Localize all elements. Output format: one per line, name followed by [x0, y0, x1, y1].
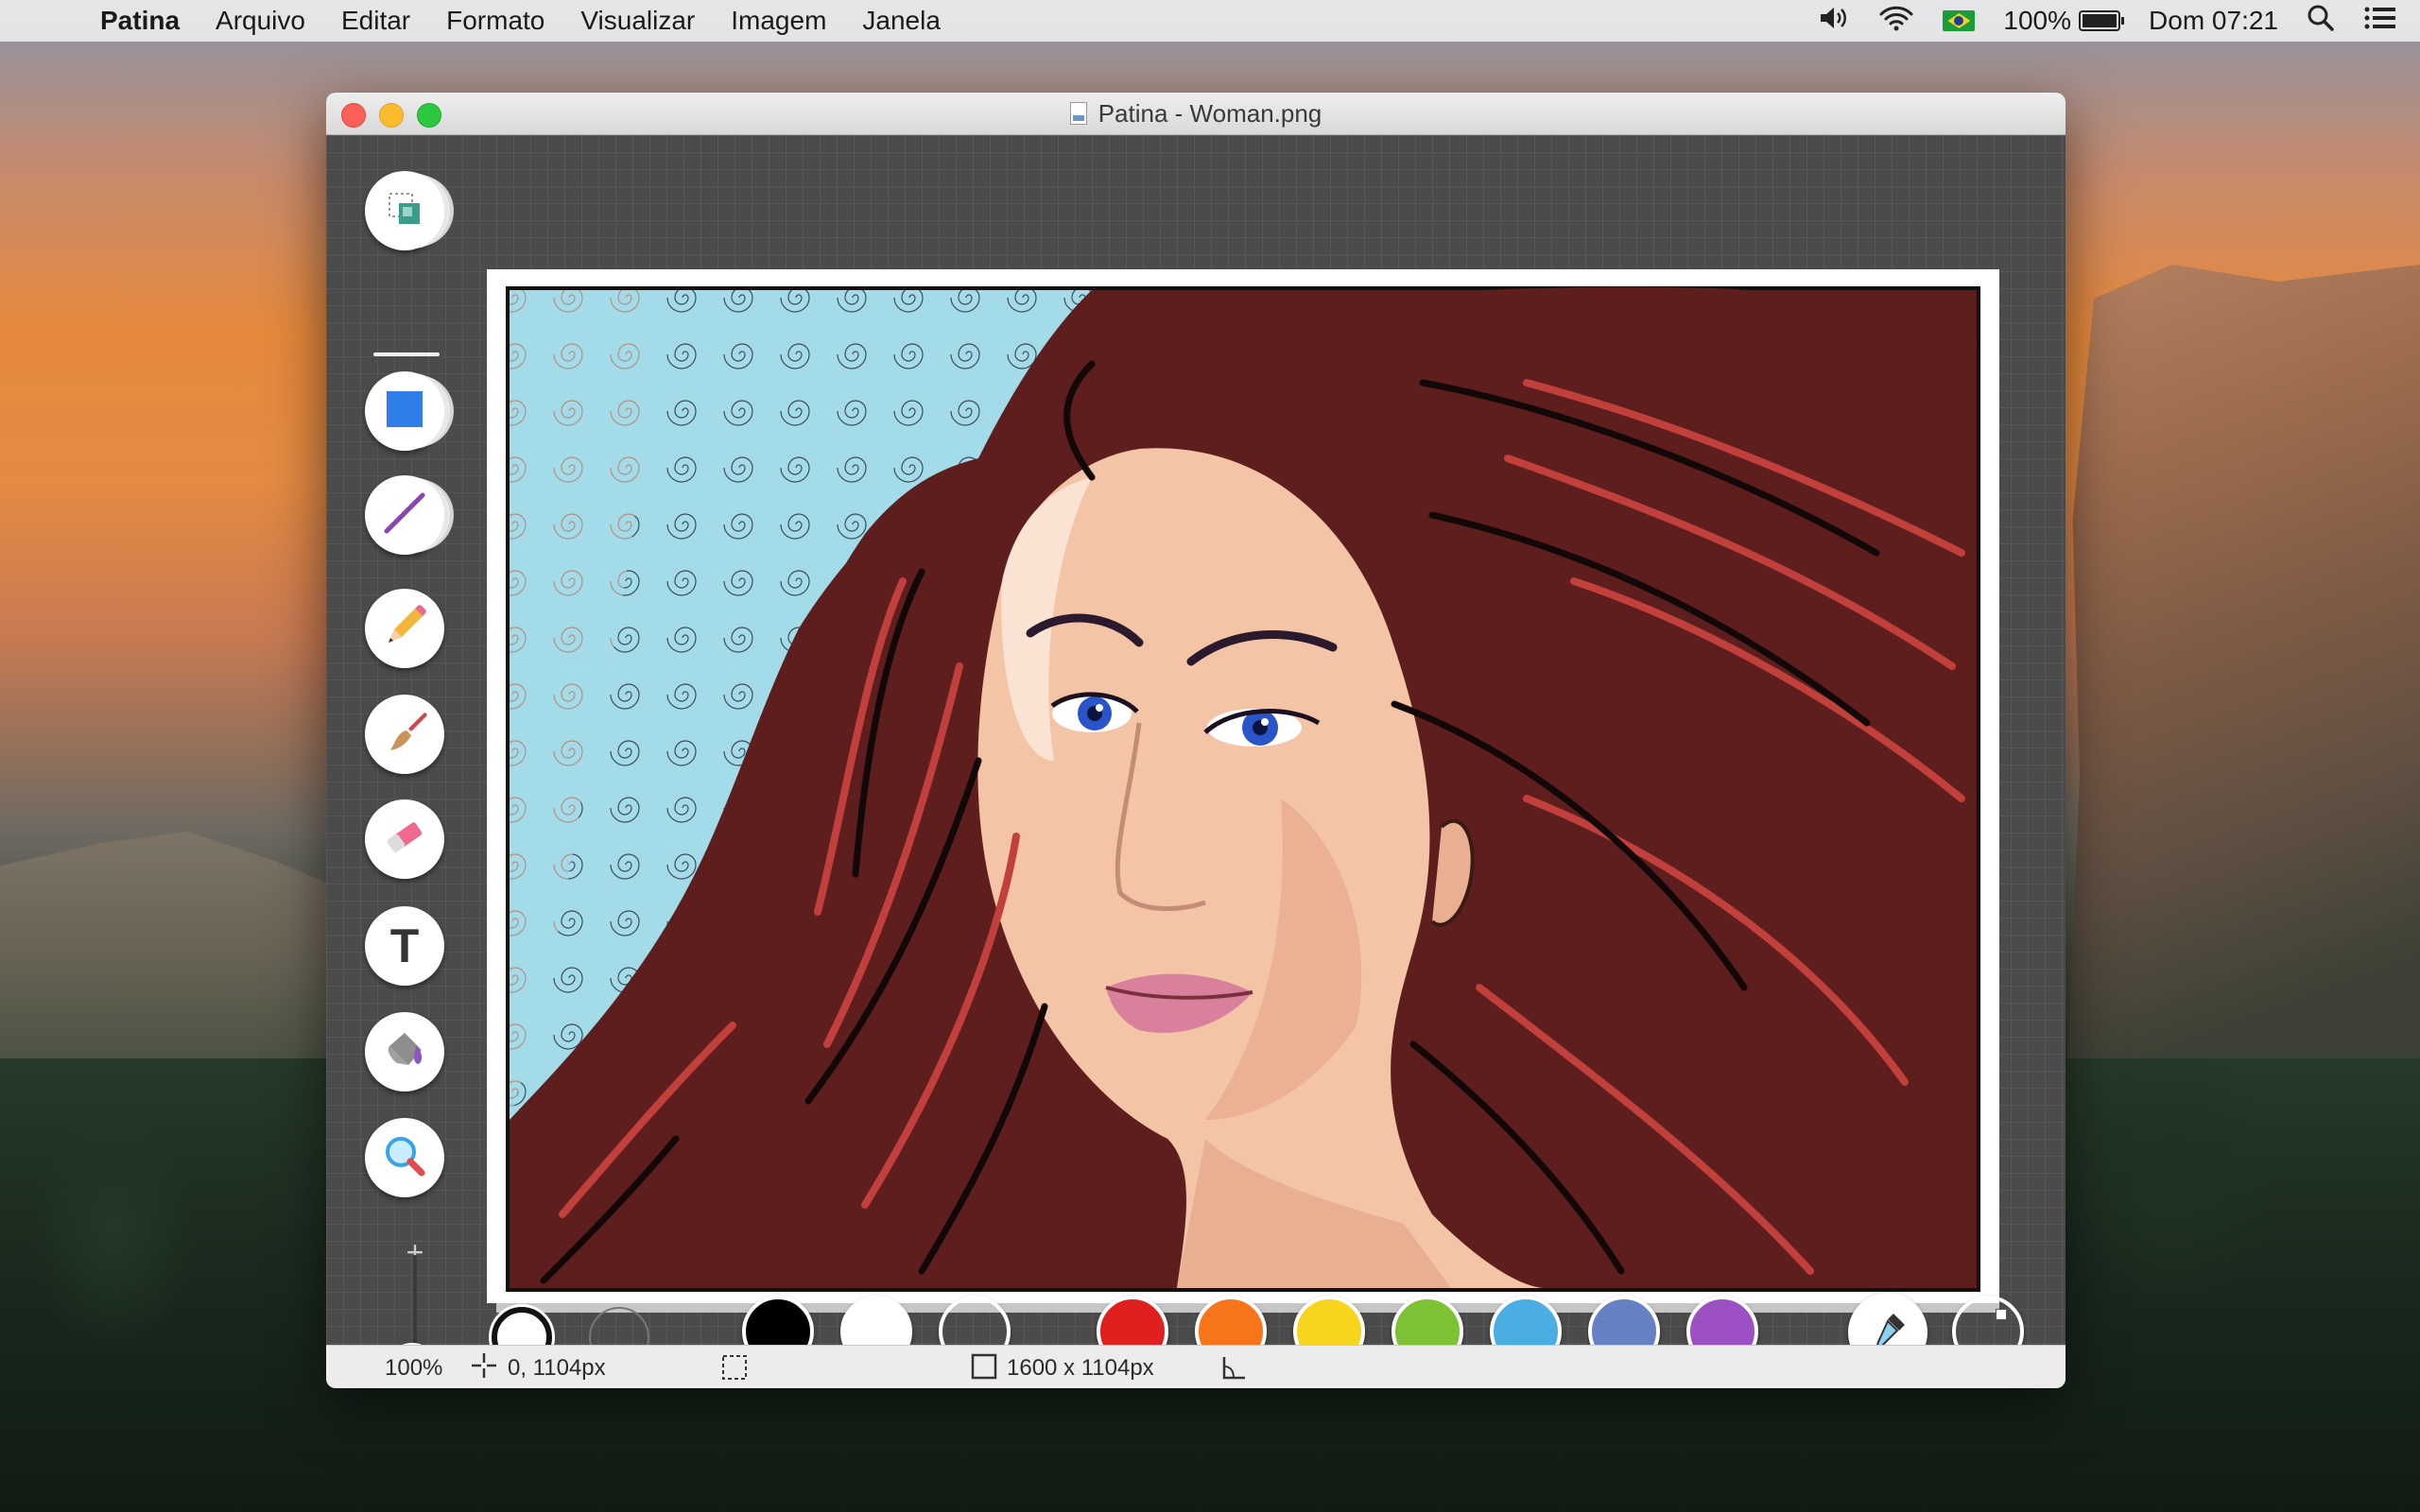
- battery-percent: 100%: [2003, 6, 2072, 35]
- text-tool-button[interactable]: T: [365, 906, 444, 986]
- line-tool-button[interactable]: [365, 475, 444, 555]
- patina-window: Patina - Woman.png T + 100% 0, 1104px 16…: [326, 93, 2066, 1388]
- crosshair-icon: [470, 1351, 498, 1386]
- document-icon: [1069, 102, 1087, 125]
- rectangle-icon: [383, 387, 426, 436]
- status-bar: 100% 0, 1104px 1600 x 1104px: [326, 1345, 2066, 1388]
- eraser-icon: [380, 813, 429, 867]
- menu-editar[interactable]: Editar: [341, 6, 410, 36]
- menu-bar: Patina Arquivo Editar Formato Visualizar…: [0, 0, 2420, 42]
- eraser-tool-button[interactable]: [365, 799, 444, 879]
- selection-tool-button[interactable]: [365, 171, 444, 250]
- menu-app-name[interactable]: Patina: [100, 6, 180, 36]
- brush-tool-button[interactable]: [365, 695, 444, 774]
- workspace: T + −: [326, 135, 2066, 1388]
- menu-imagem[interactable]: Imagem: [731, 6, 826, 36]
- battery-icon: [2079, 10, 2125, 31]
- battery-status[interactable]: 100%: [2003, 6, 2125, 36]
- active-tool-indicator: [373, 352, 440, 356]
- notification-center-icon[interactable]: [2363, 5, 2397, 38]
- pencil-tool-button[interactable]: [365, 589, 444, 668]
- rectangle-tool-button[interactable]: [365, 371, 444, 451]
- painting-artwork: [506, 286, 1980, 1292]
- volume-icon[interactable]: [1818, 5, 1850, 38]
- menu-visualizar[interactable]: Visualizar: [580, 6, 695, 36]
- text-icon: T: [389, 919, 420, 972]
- selection-marquee-icon: [720, 1353, 749, 1388]
- window-title: Patina - Woman.png: [1098, 98, 1322, 128]
- fill-bucket-tool-button[interactable]: [365, 1012, 444, 1091]
- close-window-button[interactable]: [341, 103, 366, 128]
- cursor-position: 0, 1104px: [508, 1355, 606, 1381]
- zoom-level: 100%: [385, 1355, 443, 1381]
- spotlight-search-icon[interactable]: [2307, 4, 2335, 39]
- canvas[interactable]: [487, 269, 1999, 1303]
- magnifier-icon: [380, 1131, 429, 1185]
- menu-formato[interactable]: Formato: [446, 6, 544, 36]
- wifi-icon[interactable]: [1878, 5, 1914, 38]
- title-bar[interactable]: Patina - Woman.png: [326, 93, 2066, 135]
- clock[interactable]: Dom 07:21: [2149, 6, 2278, 36]
- battery-level: [2083, 14, 2118, 27]
- canvas-dimensions: 1600 x 1104px: [1007, 1355, 1154, 1381]
- canvas-size-icon: [971, 1353, 997, 1386]
- minimize-window-button[interactable]: [379, 103, 404, 128]
- maximize-window-button[interactable]: [417, 103, 441, 128]
- desktop-cliff-right: [2066, 265, 2420, 1115]
- menu-janela[interactable]: Janela: [862, 6, 941, 36]
- brazil-flag-icon[interactable]: [1943, 10, 1976, 31]
- zoom-tool-button[interactable]: [365, 1118, 444, 1197]
- canvas-area[interactable]: [487, 269, 1999, 1313]
- menu-arquivo[interactable]: Arquivo: [216, 6, 305, 36]
- angle-icon: [1220, 1353, 1249, 1388]
- brush-icon: [380, 708, 429, 762]
- line-icon: [381, 490, 428, 541]
- pencil-icon: [381, 603, 428, 655]
- selection-icon: [384, 188, 425, 234]
- paint-bucket-icon: [380, 1025, 429, 1079]
